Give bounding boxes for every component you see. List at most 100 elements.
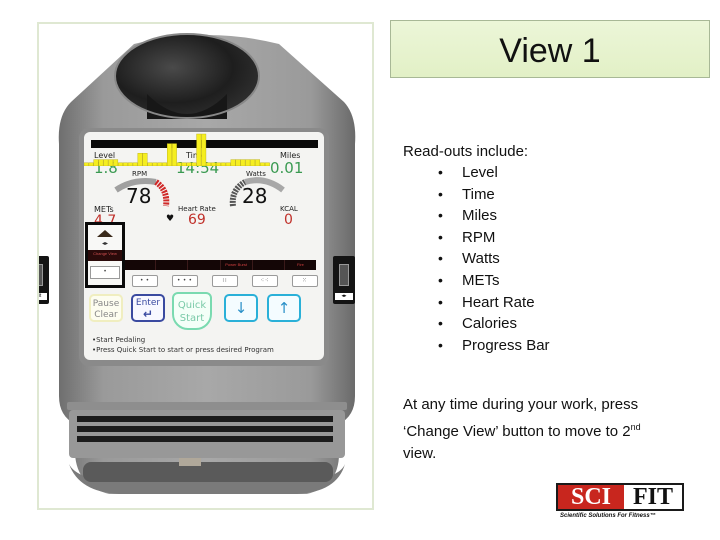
pause-clear-button[interactable]: Pause Clear — [89, 294, 123, 322]
bullet-icon: • — [438, 315, 443, 332]
progress-segment — [196, 133, 202, 166]
start-label: Start — [179, 313, 205, 324]
bullet-icon: • — [438, 228, 443, 245]
readout-label: Level — [462, 164, 498, 181]
left-port-tag: iFit — [39, 293, 47, 300]
progress-segment — [191, 162, 197, 166]
console-photo: iFit ◂▸ Level 1.8 Time 14:54 Miles 0.01 … — [37, 22, 374, 510]
pause-label: Pause — [92, 299, 120, 309]
program-segment — [124, 260, 157, 270]
readout-item: • Watts — [438, 248, 550, 270]
readout-label: RPM — [462, 228, 496, 246]
right-usb-port: ◂▸ — [333, 256, 355, 304]
progress-segment — [152, 162, 158, 166]
readout-label: Calories — [462, 315, 518, 333]
kcal-value: 0 — [284, 212, 293, 228]
bullet-icon: • — [438, 250, 443, 267]
console-display: Level 1.8 Time 14:54 Miles 0.01 RPM 78 W… — [84, 132, 324, 360]
scifit-logo: SCI FIT Scientific Solutions For Fitness… — [556, 483, 684, 523]
program-segment — [253, 260, 285, 270]
heart-icon: ♥ — [166, 214, 175, 224]
console-buttons: Pause Clear Enter ↵ Quick Start ↓ ↑ — [84, 292, 324, 332]
readout-item: • Progress Bar — [438, 335, 550, 357]
progress-segment — [108, 159, 114, 166]
level-key-button[interactable]: • • • — [172, 275, 198, 287]
change-view-arrow-icon: ◂▸ — [102, 241, 109, 247]
progress-segment — [118, 162, 123, 166]
readout-label: Progress Bar — [462, 336, 550, 354]
enter-button[interactable]: Enter ↵ — [131, 294, 165, 322]
progress-segment — [186, 162, 192, 166]
note-text-end: view. — [403, 445, 437, 462]
arrow-up-icon: ↑ — [277, 299, 291, 317]
level-key-button[interactable]: ⁖⁖ — [252, 275, 278, 287]
readout-item: • RPM — [438, 227, 550, 249]
change-view-button[interactable]: Change View — [88, 250, 122, 261]
slide-title-box: View 1 — [390, 20, 710, 78]
cooling-vent — [77, 416, 333, 450]
progress-segment — [206, 162, 212, 166]
readout-item: • Time — [438, 184, 550, 206]
readout-item: • Miles — [438, 205, 550, 227]
progress-segment — [103, 159, 109, 166]
level-key-button[interactable]: ⁙ — [292, 275, 318, 287]
clear-label: Clear — [94, 310, 118, 320]
quick-start-button[interactable]: Quick Start — [172, 292, 212, 330]
progress-segment — [84, 162, 89, 166]
progress-segment — [137, 153, 143, 166]
down-button[interactable]: ↓ — [224, 294, 258, 322]
progress-segment — [255, 159, 261, 166]
level-keys: • • • • • ∷ ⁖⁖ ⁙ — [132, 275, 318, 289]
progress-segment — [113, 159, 119, 166]
progress-segment — [250, 159, 256, 166]
up-button[interactable]: ↑ — [267, 294, 301, 322]
arrow-down-icon: ↓ — [234, 299, 248, 317]
mountain-icon — [97, 230, 113, 237]
progress-segment — [142, 153, 148, 166]
change-view-key[interactable]: • — [90, 266, 120, 279]
progress-segment — [176, 162, 182, 166]
readout-label: Miles — [462, 207, 498, 225]
readout-label: Watts — [462, 250, 500, 268]
rpm-value: 78 — [126, 184, 152, 208]
logo-sci: SCI — [558, 485, 624, 509]
heart-rate-value: 69 — [188, 212, 206, 228]
bullet-icon: • — [438, 271, 443, 288]
progress-segment — [162, 162, 168, 166]
logo-fit: FIT — [632, 484, 673, 510]
console-body: iFit ◂▸ Level 1.8 Time 14:54 Miles 0.01 … — [39, 24, 372, 508]
instruction-line: •Press Quick Start to start or press des… — [92, 346, 274, 354]
program-segment — [188, 260, 221, 270]
watts-value: 28 — [242, 184, 268, 208]
right-port-tag: ◂▸ — [335, 293, 353, 300]
readout-label: Heart Rate — [462, 293, 535, 311]
program-segment: Power Burst — [221, 260, 253, 270]
bullet-icon: • — [438, 164, 443, 180]
readouts-heading: Read-outs include: — [403, 143, 529, 160]
progress-segment — [122, 162, 128, 166]
progress-segment — [260, 162, 265, 166]
progress-segment — [93, 159, 99, 166]
progress-segment — [215, 162, 221, 166]
logo-tagline: Scientific Solutions For Fitness™ — [560, 513, 656, 519]
program-segment — [156, 260, 189, 270]
level-key-button[interactable]: ∷ — [212, 275, 238, 287]
readout-label: Time — [462, 185, 495, 203]
slide-title: View 1 — [499, 31, 601, 70]
quick-label: Quick — [177, 300, 207, 311]
progress-bar — [84, 133, 270, 166]
progress-segment — [225, 162, 231, 166]
progress-segment — [211, 162, 216, 166]
bullet-icon: • — [438, 336, 443, 353]
readout-label: METs — [462, 271, 500, 289]
progress-segment — [220, 162, 226, 166]
console-instructions: •Start Pedaling •Press Quick Start to st… — [92, 335, 274, 355]
level-key-button[interactable]: • • — [132, 275, 158, 287]
program-segment: Fire — [297, 262, 304, 267]
progress-segment — [167, 143, 172, 166]
progress-segment — [157, 162, 163, 166]
bullet-icon: • — [438, 207, 443, 224]
progress-segment — [88, 162, 94, 166]
progress-segment — [132, 162, 138, 166]
enter-arrow-icon: ↵ — [142, 307, 154, 321]
